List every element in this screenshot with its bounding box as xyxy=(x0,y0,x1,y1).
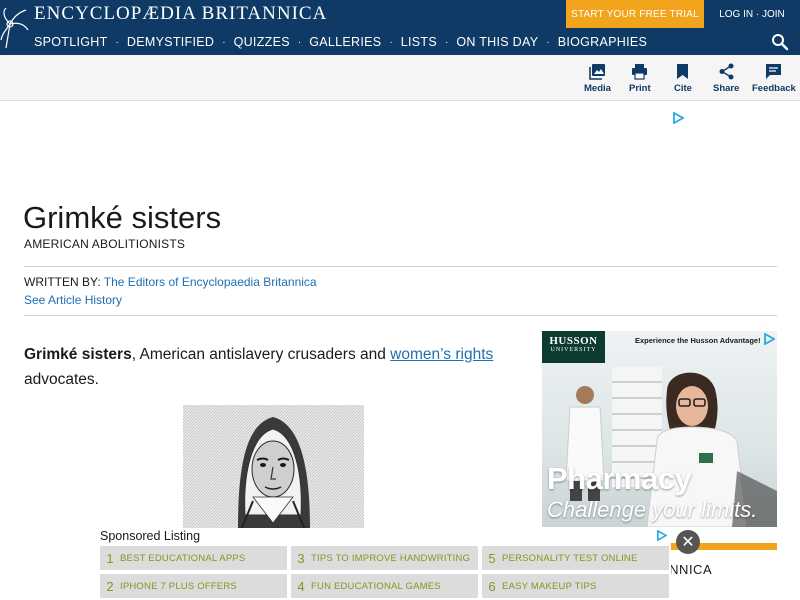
sponsored-title: Sponsored Listing xyxy=(100,529,201,543)
sponsored-item-number: 5 xyxy=(488,550,496,566)
adchoices-icon[interactable] xyxy=(763,333,775,345)
thistle-logo-icon[interactable] xyxy=(0,4,30,52)
nav-separator: · xyxy=(444,36,449,48)
sponsored-item[interactable]: 1 BEST EDUCATIONAL APPS xyxy=(100,546,287,570)
sponsored-item-label: EASY MAKEUP TIPS xyxy=(502,580,597,592)
written-by-label: WRITTEN BY: xyxy=(24,275,101,289)
nav-separator: · xyxy=(297,36,302,48)
ad-tagline: Experience the Husson Advantage! xyxy=(635,336,761,345)
divider xyxy=(24,266,777,267)
print-label: Print xyxy=(629,83,651,94)
print-icon xyxy=(632,64,648,80)
nav-biographies[interactable]: BIOGRAPHIES xyxy=(558,35,647,49)
feedback-label: Feedback xyxy=(752,83,796,94)
article-toolbar: Media Print Cite Share Feedback xyxy=(0,55,800,101)
written-by: WRITTEN BY: The Editors of Encyclopaedia… xyxy=(24,275,317,289)
adchoices-icon[interactable] xyxy=(656,530,667,541)
site-logo-text[interactable]: ENCYCLOPÆDIA BRITANNICA xyxy=(34,3,327,25)
sponsored-item-label: BEST EDUCATIONAL APPS xyxy=(120,552,246,564)
sponsored-listing: Sponsored Listing 1 BEST EDUCATIONAL APP… xyxy=(98,528,671,600)
side-advertisement[interactable]: HUSSON UNIVERSITY Experience the Husson … xyxy=(542,331,777,527)
feedback-icon xyxy=(766,64,782,79)
sponsored-item-label: PERSONALITY TEST ONLINE xyxy=(502,552,638,564)
site-header: ENCYCLOPÆDIA BRITANNICA START YOUR FREE … xyxy=(0,0,800,55)
author-link[interactable]: The Editors of Encyclopaedia Britannica xyxy=(104,275,317,289)
cite-button[interactable]: Cite xyxy=(674,63,692,94)
portrait-image[interactable] xyxy=(183,405,364,530)
sponsored-item[interactable]: 5 PERSONALITY TEST ONLINE xyxy=(482,546,669,570)
nav-separator: · xyxy=(389,36,393,48)
nav-lists[interactable]: LISTS xyxy=(401,35,437,49)
print-button[interactable]: Print xyxy=(629,63,651,94)
nav-spotlight[interactable]: SPOTLIGHT xyxy=(34,35,108,49)
nav-separator: · xyxy=(546,36,550,48)
intro-bold-term: Grimké sisters xyxy=(24,346,132,363)
feedback-button[interactable]: Feedback xyxy=(752,63,796,94)
share-label: Share xyxy=(713,83,740,94)
womens-rights-link[interactable]: women’s rights xyxy=(390,346,493,363)
share-icon xyxy=(719,63,734,80)
ad-brand-sub: UNIVERSITY xyxy=(550,347,597,353)
sponsored-item[interactable]: 6 EASY MAKEUP TIPS xyxy=(482,574,669,598)
ad-brand-logo: HUSSON UNIVERSITY xyxy=(542,331,605,363)
media-button[interactable]: Media xyxy=(584,63,611,94)
nav-on-this-day[interactable]: ON THIS DAY xyxy=(456,35,538,49)
nav-quizzes[interactable]: QUIZZES xyxy=(234,35,290,49)
close-ad-button[interactable]: ✕ xyxy=(676,530,700,554)
article-history-link[interactable]: See Article History xyxy=(24,293,122,307)
nav-separator: · xyxy=(115,36,119,48)
search-icon[interactable] xyxy=(771,33,789,51)
ad-headline: Pharmacy xyxy=(547,461,692,496)
nav-demystified[interactable]: DEMYSTIFIED xyxy=(127,35,214,49)
ad-brand-name: HUSSON xyxy=(549,335,598,347)
media-label: Media xyxy=(584,83,611,94)
portrait-engraving xyxy=(183,405,364,530)
intro-text-end: advocates. xyxy=(24,371,99,388)
ad-subheadline: Challenge your limits. xyxy=(547,497,758,522)
main-nav: SPOTLIGHT · DEMYSTIFIED · QUIZZES · GALL… xyxy=(34,32,647,52)
article-subtitle: AMERICAN ABOLITIONISTS xyxy=(24,237,186,251)
sponsored-item-number: 2 xyxy=(106,578,114,594)
cite-label: Cite xyxy=(674,83,692,94)
login-join-link[interactable]: LOG IN · JOIN xyxy=(704,0,800,28)
sponsored-item-label: FUN EDUCATIONAL GAMES xyxy=(311,580,441,592)
adchoices-icon[interactable] xyxy=(672,112,684,124)
media-icon xyxy=(589,64,605,80)
sponsored-item-label: IPHONE 7 PLUS OFFERS xyxy=(120,580,237,592)
nav-galleries[interactable]: GALLERIES xyxy=(309,35,381,49)
sponsored-item-number: 3 xyxy=(297,550,305,566)
sponsored-item[interactable]: 3 TIPS TO IMPROVE HANDWRITING xyxy=(291,546,478,570)
share-button[interactable]: Share xyxy=(713,63,739,94)
sponsored-item-number: 6 xyxy=(488,578,496,594)
nav-separator: · xyxy=(222,36,226,48)
bookmark-icon xyxy=(677,64,689,79)
sponsored-item[interactable]: 2 IPHONE 7 PLUS OFFERS xyxy=(100,574,287,598)
article-intro: Grimké sisters, American antislavery cru… xyxy=(24,342,514,392)
page-title: Grimké sisters xyxy=(23,200,222,235)
intro-text: , American antislavery crusaders and xyxy=(131,346,391,363)
sponsored-item[interactable]: 4 FUN EDUCATIONAL GAMES xyxy=(291,574,478,598)
divider xyxy=(24,315,777,316)
sponsored-item-number: 1 xyxy=(106,550,114,566)
sponsored-item-number: 4 xyxy=(297,578,305,594)
sponsored-item-label: TIPS TO IMPROVE HANDWRITING xyxy=(311,552,471,564)
free-trial-button[interactable]: START YOUR FREE TRIAL xyxy=(566,0,704,28)
